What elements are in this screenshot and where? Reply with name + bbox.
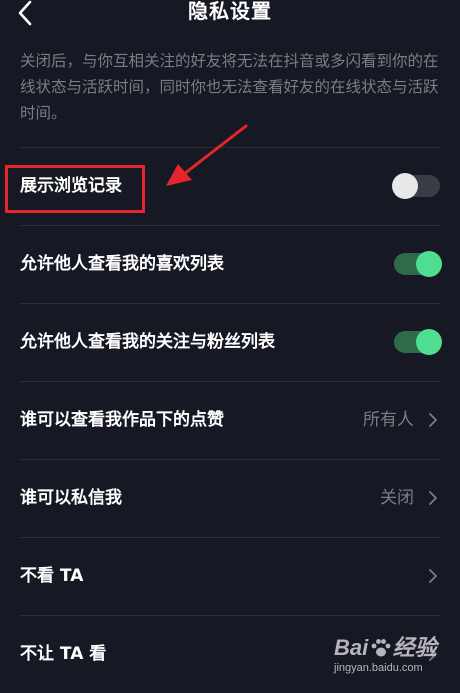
setting-row-show-browsing-history[interactable]: 展示浏览记录 [20,147,440,225]
toggle-knob [416,329,442,355]
setting-row-who-can-view-likes[interactable]: 谁可以查看我作品下的点赞 所有人 [20,381,440,459]
setting-label: 允许他人查看我的喜欢列表 [20,254,224,274]
privacy-description: 关闭后，与你互相关注的好友将无法在抖音或多闪看到你的在线状态与活跃时间，同时你也… [20,52,439,122]
chevron-right-icon [429,647,437,661]
chevron-right-icon [429,413,437,427]
header: 隐私设置 [0,0,460,30]
setting-value: 关闭 [380,488,414,508]
show-browsing-history-toggle[interactable] [392,173,440,199]
chevron-right-icon [429,569,437,583]
likes-list-toggle[interactable] [394,251,442,277]
setting-label: 允许他人查看我的关注与粉丝列表 [20,332,275,352]
setting-row-dont-watch-ta[interactable]: 不看 TA [20,537,440,615]
setting-label: 谁可以私信我 [20,488,122,508]
setting-row-who-can-message-me[interactable]: 谁可以私信我 关闭 [20,459,440,537]
setting-label: 不看 TA [20,566,84,586]
setting-label: 谁可以查看我作品下的点赞 [20,410,224,430]
settings-list: 展示浏览记录 允许他人查看我的喜欢列表 允许他人查看我的关注与粉丝列表 谁可以查… [0,147,460,693]
toggle-knob [416,251,442,277]
setting-label: 展示浏览记录 [20,176,122,196]
setting-label: 不让 TA 看 [20,644,107,664]
setting-row-hide-from-ta[interactable]: 不让 TA 看 [20,615,440,693]
page-title: 隐私设置 [188,0,272,23]
toggle-knob [392,173,418,199]
chevron-right-icon [429,491,437,505]
following-followers-list-toggle[interactable] [394,329,442,355]
setting-row-following-followers-list[interactable]: 允许他人查看我的关注与粉丝列表 [20,303,442,381]
setting-value: 所有人 [363,410,414,430]
setting-row-likes-list[interactable]: 允许他人查看我的喜欢列表 [20,225,442,303]
